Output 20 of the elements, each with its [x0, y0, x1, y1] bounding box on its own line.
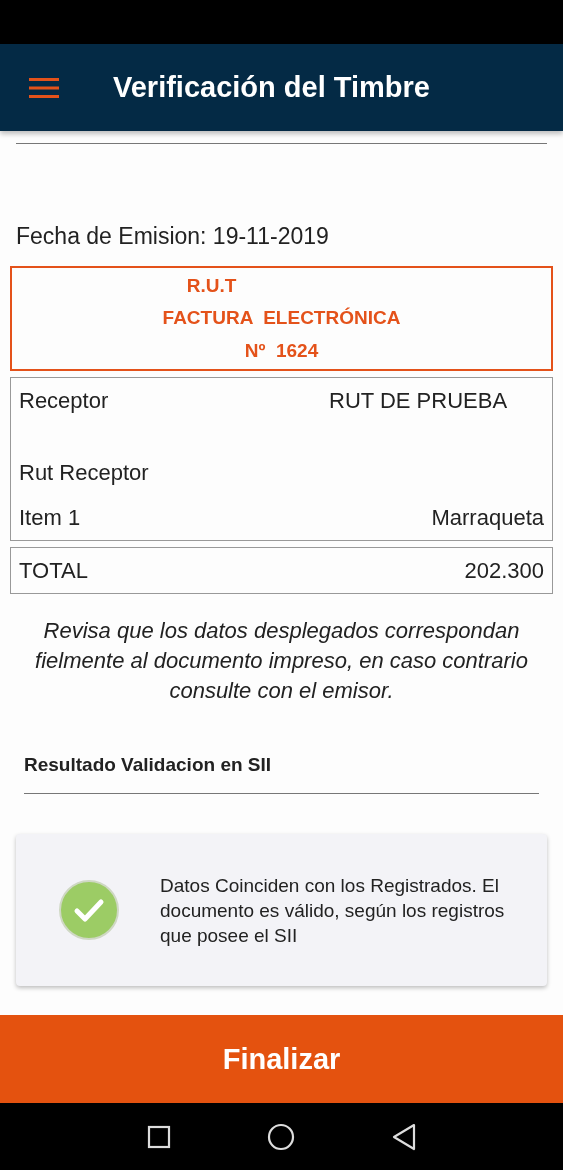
recents-icon[interactable] — [146, 1124, 171, 1149]
document-number: Nº 1624 — [244, 339, 319, 362]
notice-text: Revisa que los datos desplegados correspondan fielmente al documento impreso, en caso contrario consulte con el emisor. — [34, 617, 529, 705]
detail-value: RUT DE PRUEBA — [329, 388, 509, 414]
home-icon[interactable] — [266, 1122, 295, 1151]
detail-label: Receptor — [19, 388, 109, 414]
detail-label: Item 1 — [19, 504, 81, 531]
document-type: FACTURA ELECTRÓNICA — [162, 307, 401, 330]
rut-label: R.U.T — [186, 275, 237, 298]
result-heading: Resultado Validacion en SII — [24, 754, 273, 776]
result-message: Datos Coinciden con los Registrados. El documento es válido, según los registros que posee el SII — [160, 873, 506, 948]
screen-title: Verificación del Timbre — [113, 71, 430, 104]
total-value: 202.300 — [464, 557, 544, 584]
detail-label: Rut Receptor — [19, 459, 149, 486]
total-label: TOTAL — [19, 557, 88, 584]
menu-icon[interactable] — [29, 77, 59, 98]
finish-button[interactable]: Finalizar — [0, 1015, 563, 1103]
back-icon[interactable] — [390, 1122, 417, 1151]
detail-value: Marraqueta — [431, 504, 544, 531]
issue-date: Fecha de Emision: 19-11-2019 — [16, 223, 330, 250]
